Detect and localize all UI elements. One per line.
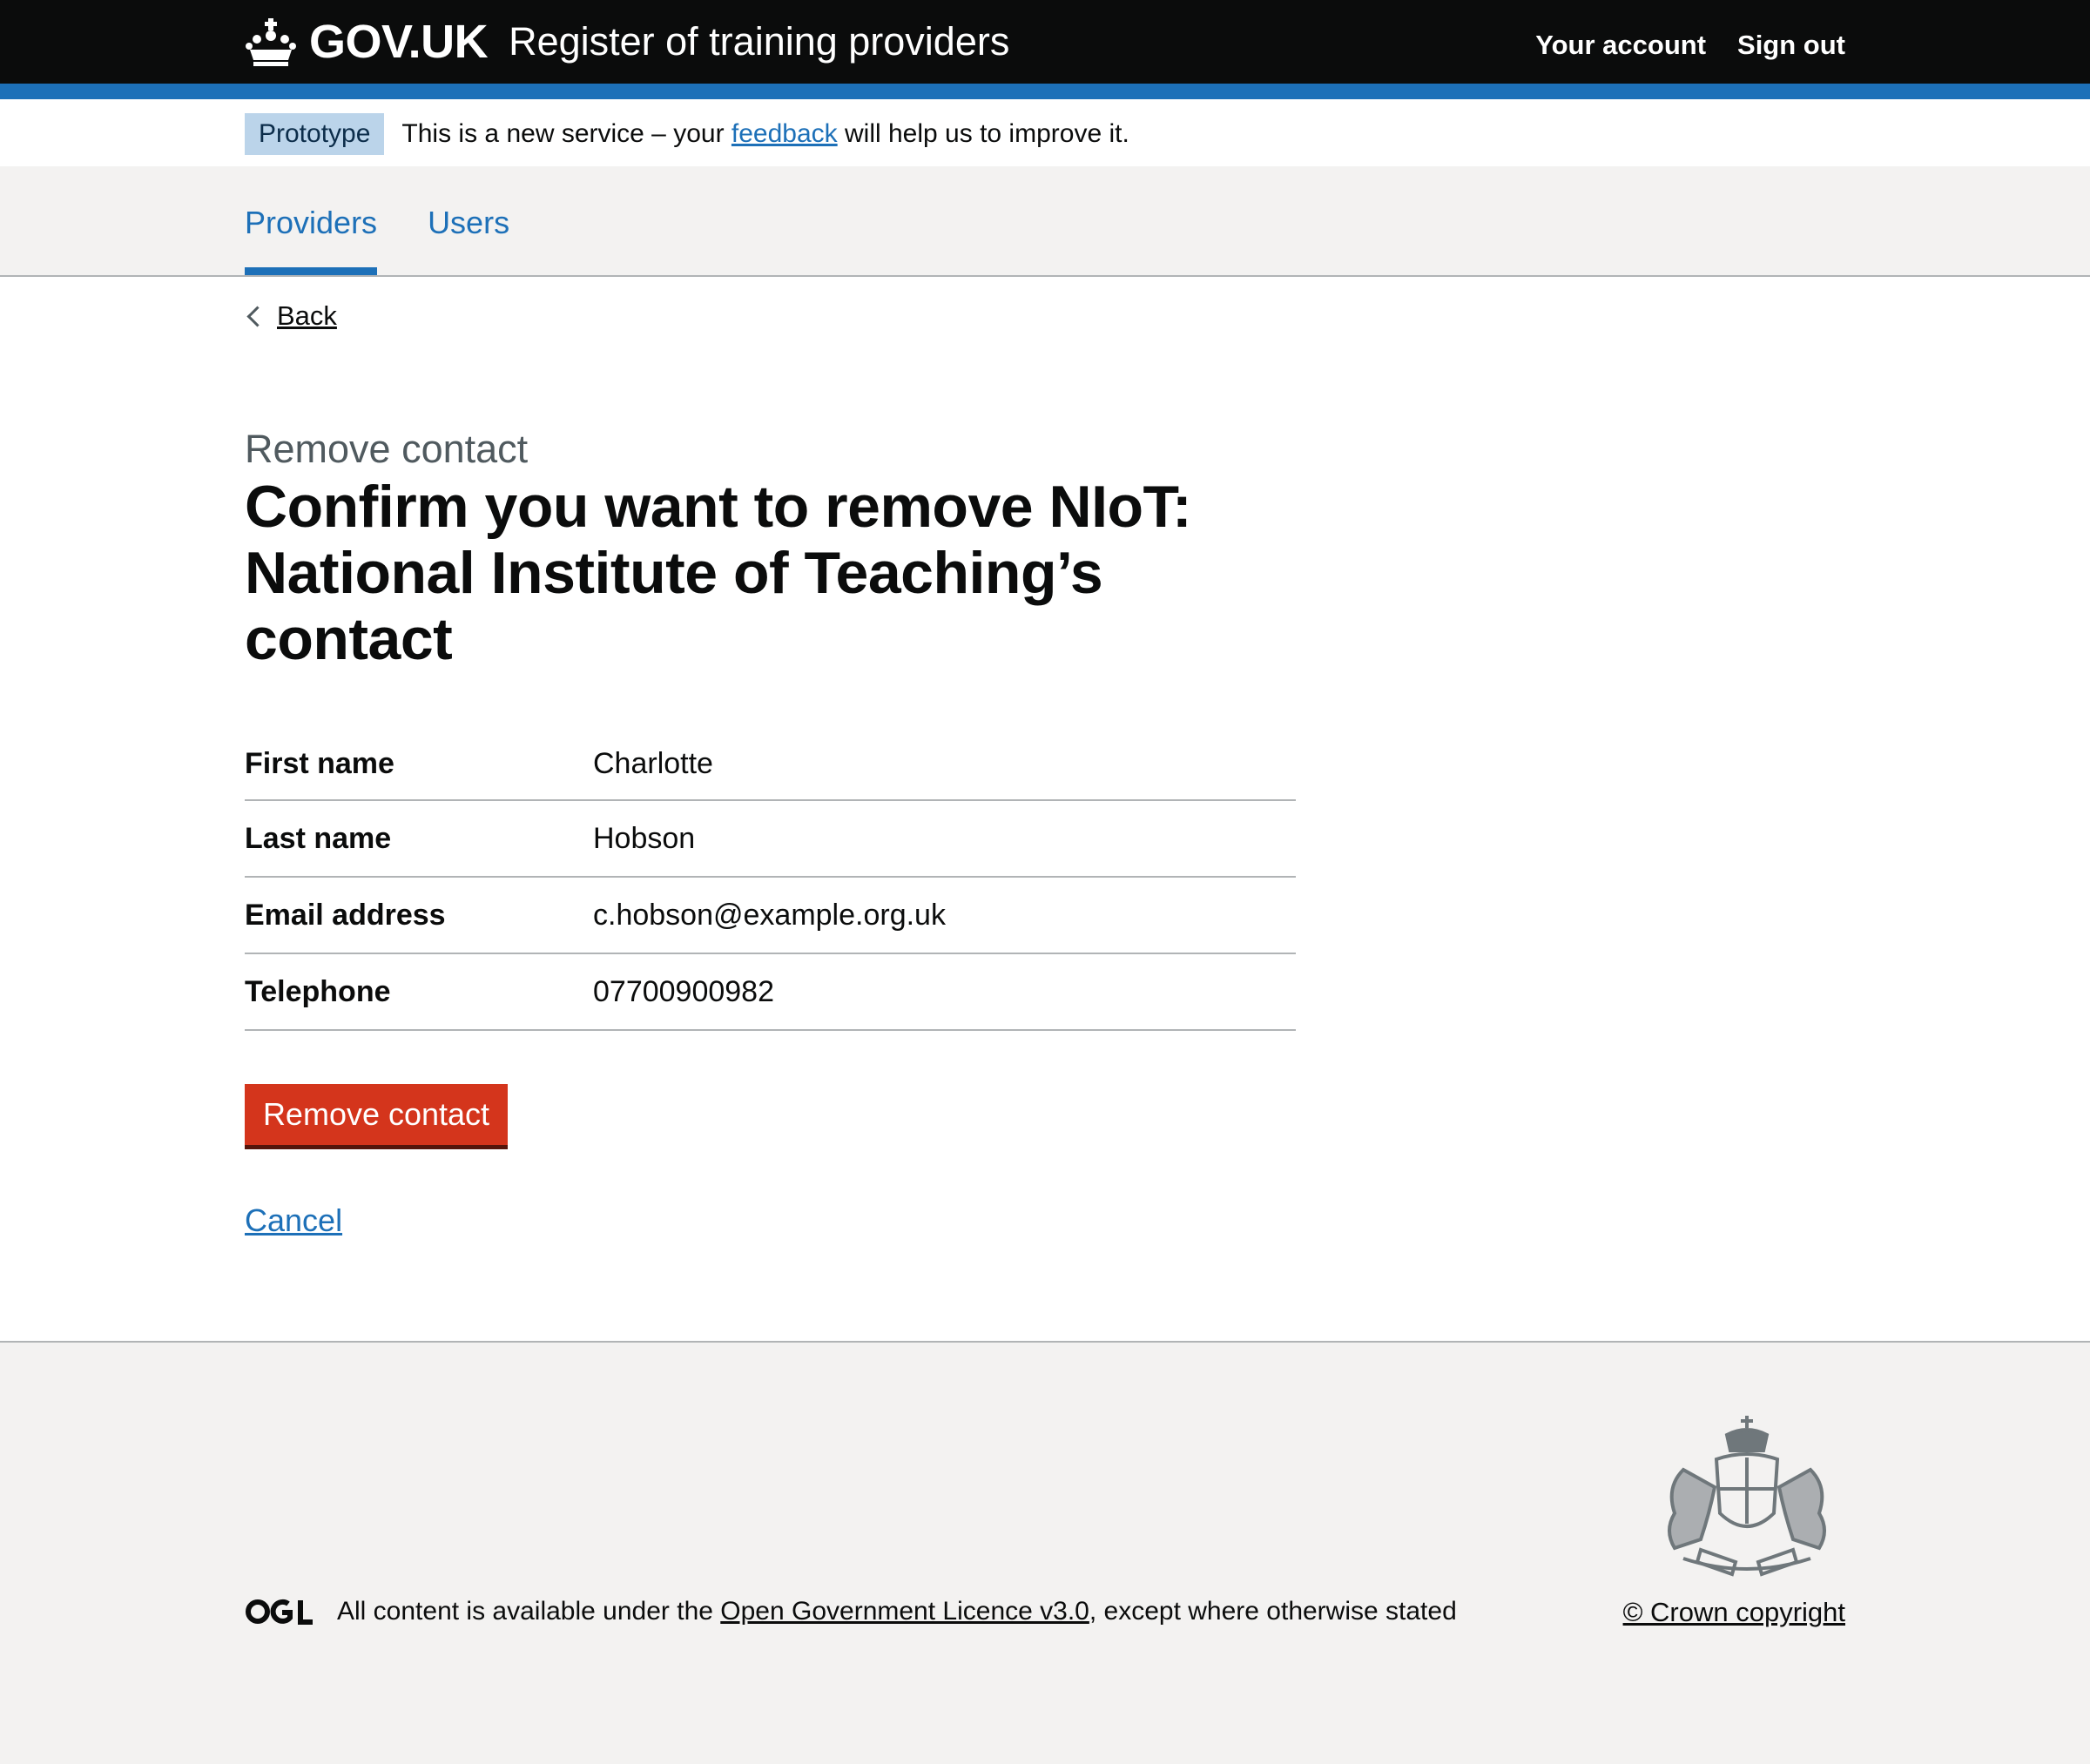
phase-text-after: will help us to improve it. bbox=[837, 119, 1129, 148]
licence-text: All content is available under the Open … bbox=[337, 1597, 1457, 1626]
summary-row-email: Email address c.hobson@example.org.uk bbox=[245, 878, 1296, 954]
ogl-icon bbox=[246, 1599, 313, 1625]
account-navigation: Your account Sign out bbox=[1535, 30, 1845, 61]
logo-text: GOV.UK bbox=[309, 16, 489, 68]
summary-row-last-name: Last name Hobson bbox=[245, 801, 1296, 878]
summary-value: c.hobson@example.org.uk bbox=[593, 899, 946, 932]
phase-banner: Prototype This is a new service – your f… bbox=[245, 113, 1129, 155]
back-link-container: Back bbox=[245, 300, 337, 332]
service-name[interactable]: Register of training providers bbox=[509, 19, 1009, 64]
cancel-link[interactable]: Cancel bbox=[245, 1202, 342, 1239]
chevron-left-icon bbox=[246, 305, 268, 327]
nav-item-users[interactable]: Users bbox=[428, 166, 509, 275]
site-footer: All content is available under the Open … bbox=[0, 1341, 2090, 1764]
summary-row-telephone: Telephone 07700900982 bbox=[245, 954, 1296, 1031]
back-link[interactable]: Back bbox=[277, 300, 337, 332]
summary-row-first-name: First name Charlotte bbox=[245, 726, 1296, 801]
feedback-link[interactable]: feedback bbox=[732, 119, 838, 148]
header-blue-bar bbox=[0, 84, 2090, 99]
summary-key: Telephone bbox=[245, 975, 391, 1008]
copyright-container: © Crown copyright bbox=[1623, 1597, 1845, 1628]
summary-value: 07700900982 bbox=[593, 975, 775, 1008]
phase-text: This is a new service – your feedback wi… bbox=[401, 119, 1129, 149]
ogl-link[interactable]: Open Government Licence v3.0 bbox=[720, 1597, 1089, 1626]
licence-text-before: All content is available under the bbox=[337, 1597, 721, 1626]
page-title: Confirm you want to remove NIoT: Nationa… bbox=[245, 474, 1192, 672]
sign-out-link[interactable]: Sign out bbox=[1737, 30, 1845, 61]
licence-notice: All content is available under the Open … bbox=[245, 1597, 1457, 1626]
nav-item-providers[interactable]: Providers bbox=[245, 166, 378, 275]
summary-value: Hobson bbox=[593, 822, 696, 855]
page-caption: Remove contact bbox=[245, 427, 529, 471]
phase-tag: Prototype bbox=[245, 113, 385, 155]
contact-summary-list: First name Charlotte Last name Hobson Em… bbox=[245, 726, 1296, 1031]
phase-text-before: This is a new service – your bbox=[401, 119, 732, 148]
crown-icon bbox=[246, 18, 296, 66]
govuk-logo[interactable]: GOV.UK Register of training providers bbox=[245, 9, 1009, 75]
crown-copyright-link[interactable]: © Crown copyright bbox=[1623, 1597, 1845, 1627]
primary-navigation: Providers Users bbox=[0, 166, 2090, 277]
royal-crest-icon bbox=[1668, 1416, 1826, 1577]
licence-text-after: , except where otherwise stated bbox=[1089, 1597, 1457, 1626]
summary-key: Email address bbox=[245, 899, 446, 932]
remove-contact-button[interactable]: Remove contact bbox=[245, 1084, 508, 1145]
summary-value: Charlotte bbox=[593, 747, 713, 780]
your-account-link[interactable]: Your account bbox=[1535, 30, 1706, 61]
site-header: GOV.UK Register of training providers Yo… bbox=[0, 0, 2090, 84]
summary-key: First name bbox=[245, 747, 394, 780]
summary-key: Last name bbox=[245, 822, 392, 855]
